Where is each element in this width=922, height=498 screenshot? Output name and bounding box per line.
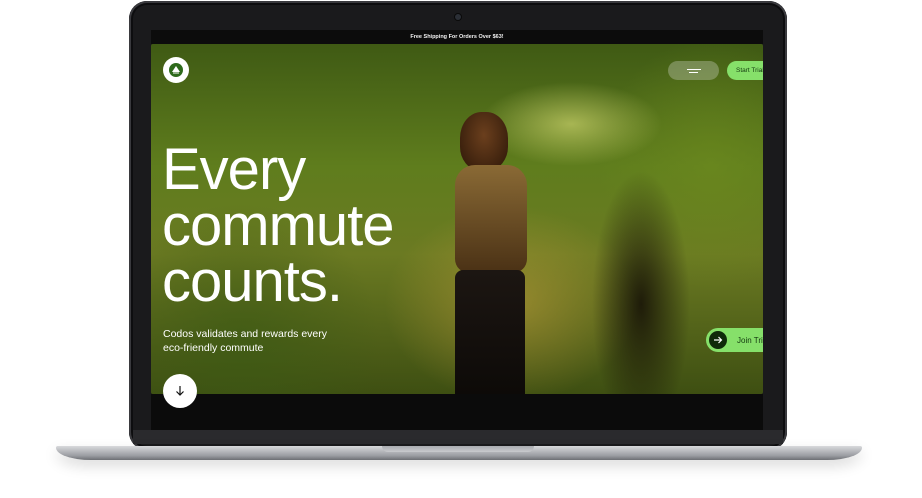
hero-headline: Every commute counts. [162,137,462,314]
arrow-down-icon[interactable] [163,374,197,408]
announcement-text: Free Shipping For Orders Over $63! [410,34,504,40]
start-trial-button[interactable]: Start Trial [727,61,763,80]
headline-line-3: counts. [162,249,343,314]
headline-line-1: Every [162,137,306,202]
logo-mark [169,63,183,77]
laptop-bezel-bottom [133,430,783,444]
hero-subtext: Codos validates and rewards every eco-fr… [163,328,328,354]
codos-logo-icon[interactable] [163,57,189,83]
scroll-arrow [176,386,184,396]
hamburger-menu-icon[interactable] [668,61,719,80]
hiker-legs [455,270,525,394]
join-trial-button[interactable]: Join Trial [706,328,763,352]
headline-line-2: commute [162,193,395,258]
hiker-head [460,112,508,170]
screen-bottom-bar [151,394,763,430]
arrow-right-icon [709,331,727,349]
laptop-hinge-notch [382,446,534,452]
join-trial-label: Join Trial [737,335,763,345]
camera-icon [455,14,461,20]
hiker-backpack [455,165,527,273]
